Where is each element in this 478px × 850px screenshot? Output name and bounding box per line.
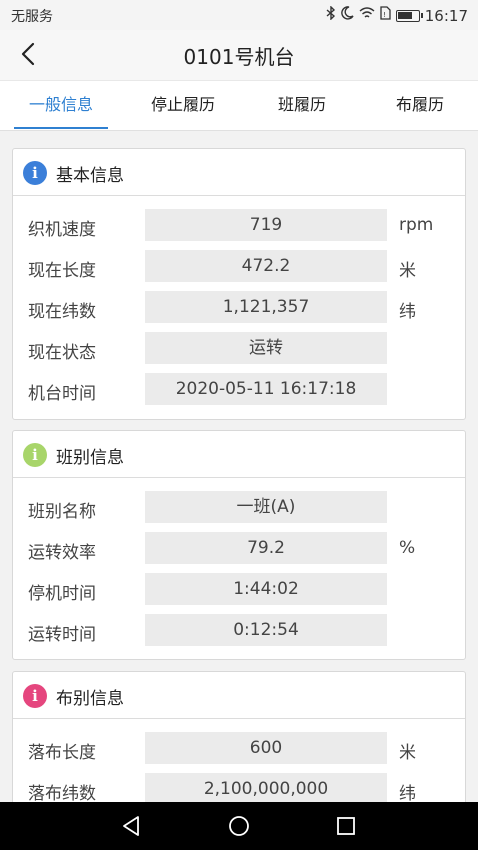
page-title: 0101号机台 [183,45,295,69]
row-value: 79.2 [145,532,387,564]
row-value: 719 [145,209,387,241]
row-label: 班别名称 [28,502,96,522]
row-label: 运转时间 [28,625,96,645]
info-icon: i [23,684,47,708]
row-value: 2,100,000,000 [145,773,387,802]
row-label: 运转效率 [28,543,96,563]
recents-square-icon[interactable] [334,814,358,838]
row-label: 现在纬数 [28,302,96,322]
card-title: 班别信息 [56,448,124,468]
card-title: 基本信息 [56,166,124,186]
row-unit: 纬 [399,784,416,802]
bluetooth-icon [326,5,336,25]
row-value: 600 [145,732,387,764]
tab-cloth-history[interactable]: 布履历 [380,81,460,129]
row-unit: % [399,538,416,558]
row-label: 织机速度 [28,220,96,240]
card-header: i 布别信息 [13,672,465,719]
status-icons: ! 16:17 [326,5,468,25]
info-row: 落布纬数 2,100,000,000 纬 [13,773,465,802]
row-label: 停机时间 [28,584,96,604]
tab-stop-history[interactable]: 停止履历 [134,81,232,129]
card-header: i 基本信息 [13,149,465,196]
row-value: 0:12:54 [145,614,387,646]
card-basic-info: i 基本信息 织机速度 719 rpm 现在长度 472.2 米 现在纬数 1,… [12,148,466,420]
battery-icon [395,9,423,22]
carrier-text: 无服务 [11,9,53,25]
card-header: i 班别信息 [13,431,465,478]
info-icon: i [23,443,47,467]
info-row: 现在状态 运转 [13,332,465,364]
row-value: 运转 [145,332,387,364]
svg-text:!: ! [383,11,386,19]
clock-time: 16:17 [424,6,468,25]
wifi-icon [359,6,375,25]
card-shift-info: i 班别信息 班别名称 一班(A) 运转效率 79.2 % 停机时间 1:44:… [12,430,466,660]
row-value: 一班(A) [145,491,387,523]
info-row: 落布长度 600 米 [13,732,465,764]
info-row: 班别名称 一班(A) [13,491,465,523]
tab-shift-history[interactable]: 班履历 [262,81,342,129]
row-unit: 纬 [399,302,416,322]
active-tab-indicator [14,127,108,129]
info-row: 机台时间 2020-05-11 16:17:18 [13,373,465,405]
sim-icon: ! [380,6,391,25]
info-row: 停机时间 1:44:02 [13,573,465,605]
row-value: 472.2 [145,250,387,282]
tab-bar: 一般信息 停止履历 班履历 布履历 [0,80,478,131]
system-nav-bar [0,802,478,850]
info-row: 运转时间 0:12:54 [13,614,465,646]
nav-bar: 0101号机台 [0,30,478,80]
info-row: 现在纬数 1,121,357 纬 [13,291,465,323]
info-row: 织机速度 719 rpm [13,209,465,241]
card-title: 布别信息 [56,689,124,709]
row-value: 2020-05-11 16:17:18 [145,373,387,405]
card-cloth-info: i 布别信息 落布长度 600 米 落布纬数 2,100,000,000 纬 [12,671,466,802]
status-bar: 无服务 ! 16:17 [0,0,478,30]
info-icon: i [23,161,47,185]
content-area[interactable]: i 基本信息 织机速度 719 rpm 现在长度 472.2 米 现在纬数 1,… [0,130,478,802]
row-value: 1:44:02 [145,573,387,605]
row-unit: 米 [399,743,416,763]
info-row: 现在长度 472.2 米 [13,250,465,282]
row-unit: rpm [399,215,434,235]
row-label: 落布长度 [28,743,96,763]
row-label: 现在状态 [28,343,96,363]
tab-general-info[interactable]: 一般信息 [14,81,108,129]
row-label: 现在长度 [28,261,96,281]
back-triangle-icon[interactable] [120,814,144,838]
row-label: 机台时间 [28,384,96,404]
moon-icon [340,6,354,25]
row-value: 1,121,357 [145,291,387,323]
row-label: 落布纬数 [28,784,96,802]
home-circle-icon[interactable] [227,814,251,838]
info-row: 运转效率 79.2 % [13,532,465,564]
row-unit: 米 [399,261,416,281]
